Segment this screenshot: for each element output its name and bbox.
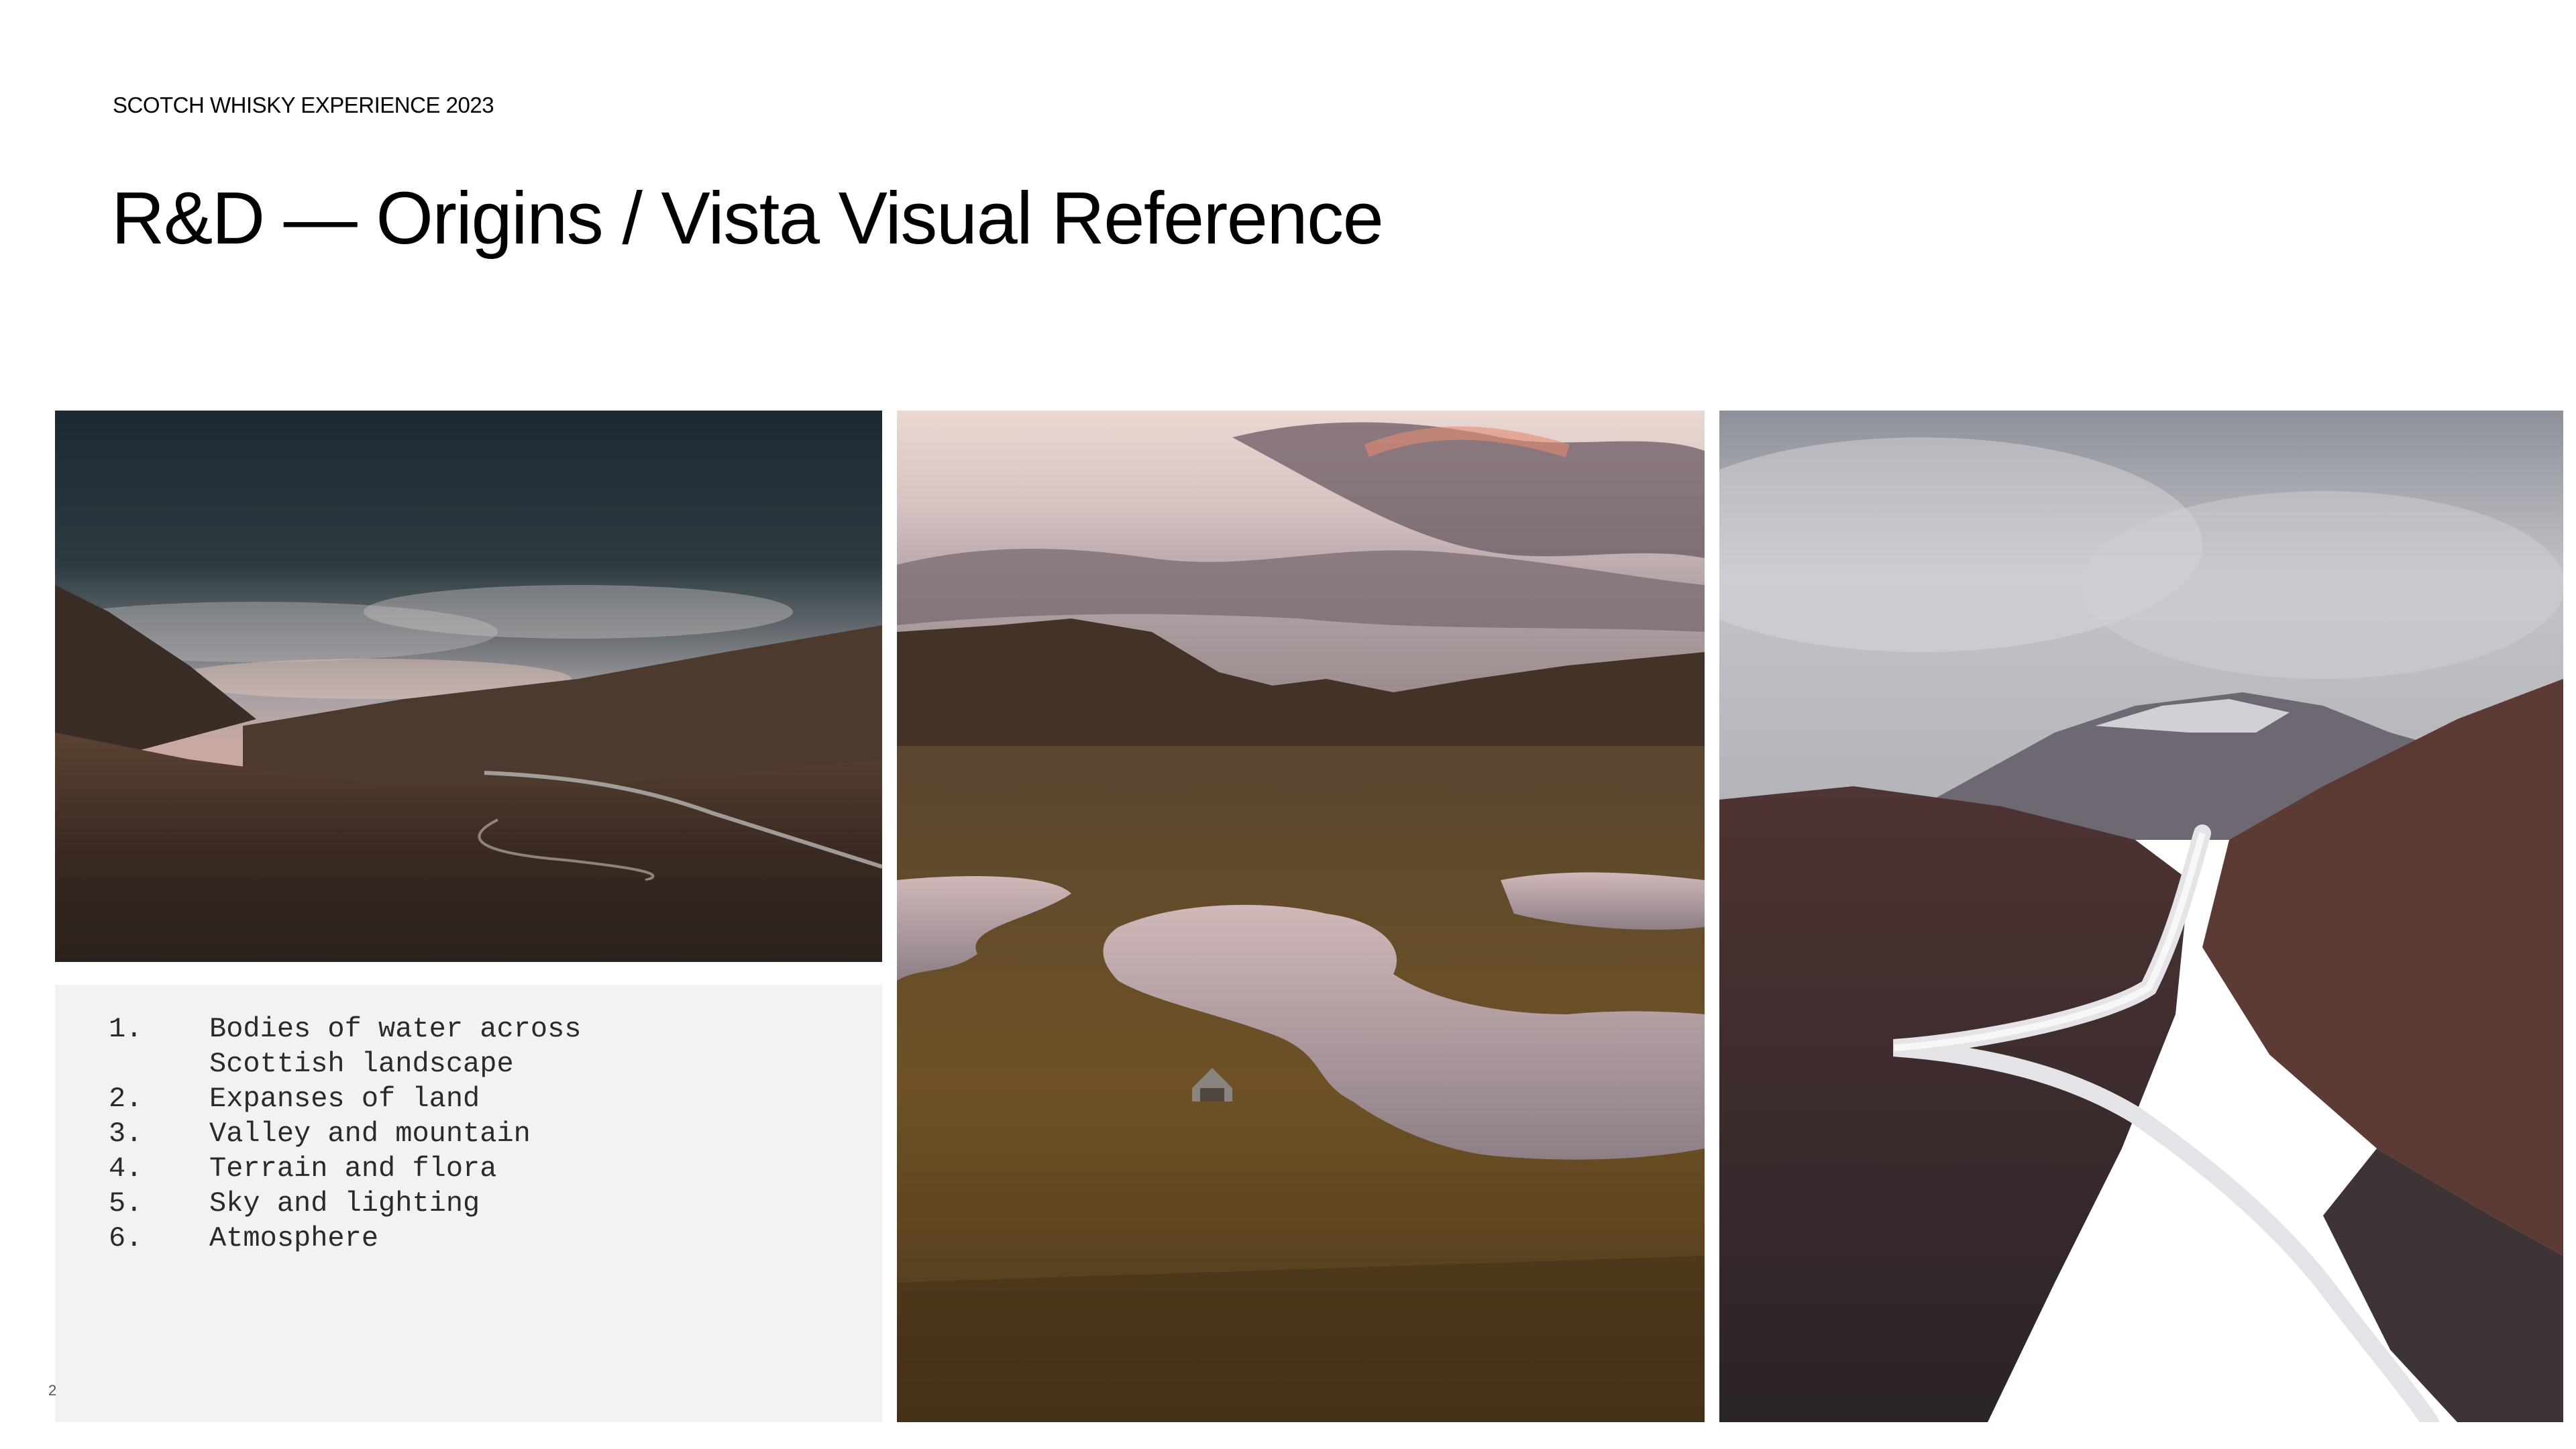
page-title: R&D — Origins / Vista Visual Reference [111,177,1384,260]
photo-mountain-waterfall [1719,411,2563,1422]
list-item: 1. Bodies of water across Scottish landsc… [109,1013,598,1080]
list-item: 4. Terrain and flora [109,1152,497,1185]
photo-aerial-lakes [897,411,1705,1422]
page-number: 2 [48,1382,57,1399]
list-item: 6. Atmosphere [109,1222,379,1254]
list-item: 2. Expanses of land [109,1083,480,1115]
eyebrow-label: SCOTCH WHISKY EXPERIENCE 2023 [113,93,494,117]
reference-list: 1. Bodies of water across Scottish landsc… [109,1012,625,1256]
reference-list-panel: 1. Bodies of water across Scottish landsc… [55,985,882,1422]
list-item: 3. Valley and mountain [109,1118,531,1150]
photo-highland-glen [55,411,882,962]
list-item: 5. Sky and lighting [109,1187,480,1220]
